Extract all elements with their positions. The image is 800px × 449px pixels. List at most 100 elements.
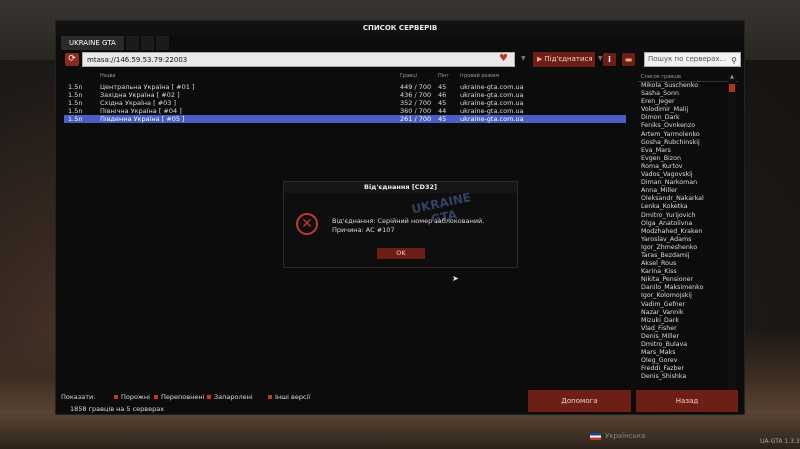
filter-other-versions-label: Інші версії	[275, 393, 311, 401]
player-list-item[interactable]: Nikita_Pensioner	[638, 276, 738, 284]
player-list-item[interactable]: Modzhahed_Kraken	[638, 228, 738, 236]
player-list-item[interactable]: Danilo_Maksimenko	[638, 284, 738, 292]
filter-full-label: Переповнені	[161, 393, 205, 401]
server-ping: 45	[438, 115, 447, 123]
player-list-item[interactable]: Mizuki_Dark	[638, 317, 738, 325]
toolbar: ⟳ ♥ ▼ ▶Під'єднатися ▼ i ▬ Пошук по серве…	[61, 52, 741, 67]
window-title: СПИСОК СЕРВЕРІВ	[56, 21, 744, 35]
player-list-item[interactable]: Lenka_Koketka	[638, 203, 738, 211]
server-ping: 46	[438, 91, 447, 99]
server-name: Південна Україна [ #05 ]	[100, 115, 185, 123]
tab-empty-2[interactable]	[140, 36, 154, 50]
filter-empty-label: Порожні	[121, 393, 150, 401]
search-field[interactable]: Пошук по серверах... ⚲	[644, 52, 741, 67]
filter-empty[interactable]: Порожні	[114, 393, 150, 401]
server-row[interactable]: 1.5n Центральна Україна [ #01 ] 449 / 700 4…	[64, 83, 626, 91]
favorite-heart-icon[interactable]: ♥	[499, 53, 508, 65]
server-row[interactable]: 1.5n Південна Україна [ #05 ] 261 / 700 45 u…	[64, 115, 626, 123]
server-players: 261 / 700	[400, 115, 432, 123]
player-list-item[interactable]: Taras_Bezdamij	[638, 252, 738, 260]
player-list-item[interactable]: Vlad_Fisher	[638, 325, 738, 333]
player-list-item[interactable]: Dimon_Dark	[638, 114, 738, 122]
column-mode[interactable]: Ігровий режим	[460, 73, 499, 79]
tab-empty-3[interactable]	[155, 36, 169, 50]
info-icon: i	[608, 55, 611, 64]
column-ping[interactable]: Пінг	[438, 73, 449, 79]
player-list-item[interactable]: Dmitro_Yurijovich	[638, 212, 738, 220]
player-list-item[interactable]: Denis_Miller	[638, 333, 738, 341]
player-list: Mikola_Suschenko Sasha_Sonn Eren_Jeger Volo…	[638, 82, 738, 381]
tab-empty-1[interactable]	[125, 36, 139, 50]
player-list-item[interactable]: Mikola_Suschenko	[638, 82, 738, 90]
player-list-item[interactable]: Mars_Maks	[638, 349, 738, 357]
player-list-item[interactable]: Gosha_Rubchinskij	[638, 139, 738, 147]
language-label: Українська	[605, 432, 646, 440]
player-list-item[interactable]: Diman_Narkoman	[638, 179, 738, 187]
folder-button[interactable]: ▬	[622, 53, 635, 66]
connect-button[interactable]: ▶ Під'єднатися	[533, 52, 595, 67]
player-list-item[interactable]: Anna_Miller	[638, 187, 738, 195]
scroll-up-icon[interactable]: ▲	[728, 74, 736, 80]
filter-locked-label: Запаролені	[214, 393, 253, 401]
player-list-item[interactable]: Vados_Vagovskij	[638, 171, 738, 179]
player-list-item[interactable]: Evgen_Bizon	[638, 155, 738, 163]
players-panel: Список гравців Mikola_Suschenko Sasha_Son…	[638, 74, 738, 404]
dialog-message-line1: Від'єднання: Серійний номер заблокований…	[332, 217, 485, 225]
server-row[interactable]: 1.5n Північна Україна [ #04 ] 360 / 700 44 u…	[64, 107, 626, 115]
player-list-item[interactable]: Sasha_Sonn	[638, 90, 738, 98]
connect-dropdown-icon[interactable]: ▼	[598, 55, 603, 62]
language-selector[interactable]: Українська	[590, 432, 645, 440]
player-list-item[interactable]: Oleksandr_Nakarkal	[638, 195, 738, 203]
players-scrollbar[interactable]: ▲	[728, 74, 736, 404]
player-list-item[interactable]: Igor_Kolomojskij	[638, 292, 738, 300]
player-list-item[interactable]: Karina_Kiss	[638, 268, 738, 276]
player-list-item[interactable]: Denis_Shishka	[638, 373, 738, 381]
server-ping: 45	[438, 99, 447, 107]
player-list-item[interactable]: Olga_Anatolivna	[638, 220, 738, 228]
player-list-item[interactable]: Volodimir_Malij	[638, 106, 738, 114]
folder-icon: ▬	[624, 55, 633, 64]
dialog-message-line2: Причина: AC #107	[332, 226, 395, 234]
ok-button[interactable]: OK	[377, 248, 425, 259]
player-list-item[interactable]: Roma_Kurtov	[638, 163, 738, 171]
player-list-item[interactable]: Eren_Jeger	[638, 98, 738, 106]
filter-full[interactable]: Переповнені	[154, 393, 204, 401]
chevron-down-icon[interactable]: ▼	[521, 55, 526, 62]
scrollbar-thumb[interactable]	[729, 84, 735, 92]
player-list-item[interactable]: Dmitro_Bulava	[638, 341, 738, 349]
server-row[interactable]: 1.5n Західна Україна [ #02 ] 436 / 700 46 uk…	[64, 91, 626, 99]
address-input[interactable]	[82, 52, 515, 67]
player-list-item[interactable]: Freddi_Fazber	[638, 365, 738, 373]
player-list-item[interactable]: Yaroslav_Adams	[638, 236, 738, 244]
player-list-item[interactable]: Nazar_Vannik	[638, 309, 738, 317]
server-ping: 44	[438, 107, 447, 115]
column-players[interactable]: Гравці	[400, 73, 417, 79]
search-icon[interactable]: ⚲	[731, 54, 737, 67]
player-list-item[interactable]: Oleg_Gorev	[638, 357, 738, 365]
mouse-cursor-icon: ➤	[452, 274, 459, 283]
server-players: 436 / 700	[400, 91, 432, 99]
filter-checkbox[interactable]	[207, 395, 211, 399]
player-list-item[interactable]: Eva_Mars	[638, 147, 738, 155]
filter-checkbox[interactable]	[114, 395, 118, 399]
server-row[interactable]: 1.5n Східна Україна [ #03 ] 352 / 700 45 ukr…	[64, 99, 626, 107]
player-count: 1858 гравців на 5 серверах	[70, 405, 165, 413]
player-list-item[interactable]: Aksel_Rous	[638, 260, 738, 268]
player-list-item[interactable]: Vadim_Gefner	[638, 301, 738, 309]
tab-ukraine-gta[interactable]: UKRAINE GTA	[61, 36, 124, 50]
player-list-item[interactable]: Feniks_Ovnkenzo	[638, 122, 738, 130]
tab-bar: UKRAINE GTA	[61, 36, 169, 50]
info-button[interactable]: i	[603, 53, 616, 66]
filter-locked[interactable]: Запаролені	[207, 393, 253, 401]
help-button[interactable]: Допомога	[528, 390, 631, 412]
server-mode: ukraine-gta.com.ua	[460, 99, 524, 107]
column-name[interactable]: Назва	[100, 73, 116, 79]
filter-checkbox[interactable]	[268, 395, 272, 399]
server-list: 1.5n Центральна Україна [ #01 ] 449 / 700 4…	[64, 83, 626, 123]
filter-checkbox[interactable]	[154, 395, 158, 399]
back-button[interactable]: Назад	[636, 390, 738, 412]
filter-other-versions[interactable]: Інші версії	[268, 393, 310, 401]
player-list-item[interactable]: Artem_Yarmolenko	[638, 131, 738, 139]
refresh-button[interactable]: ⟳	[65, 53, 79, 66]
player-list-item[interactable]: Igor_Zhmeshenko	[638, 244, 738, 252]
